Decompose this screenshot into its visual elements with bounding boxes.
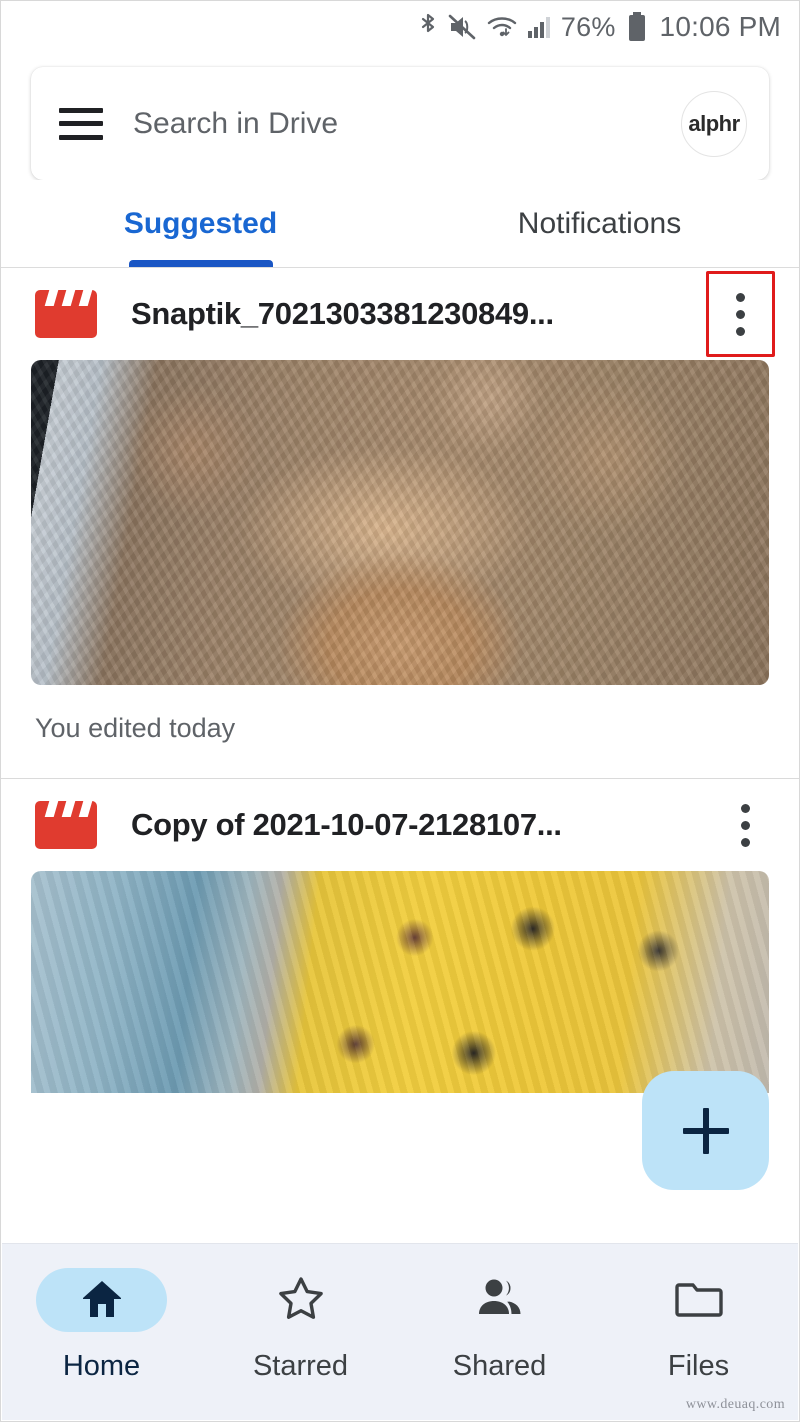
tab-active-indicator <box>129 260 273 267</box>
nav-label-starred: Starred <box>253 1350 348 1383</box>
nav-pill-files <box>633 1268 764 1332</box>
tab-notifications[interactable]: Notifications <box>400 180 799 268</box>
file-header: Copy of 2021-10-07-2128107... <box>1 779 799 871</box>
people-icon <box>475 1276 525 1325</box>
search-bar[interactable]: alphr <box>31 67 769 180</box>
search-bar-container: alphr <box>1 53 799 180</box>
battery-icon <box>627 11 647 43</box>
nav-item-shared[interactable]: Shared <box>400 1268 599 1383</box>
status-bar: 76% 10:06 PM <box>1 1 799 53</box>
nav-label-files: Files <box>668 1350 729 1383</box>
tab-bar: Suggested Notifications <box>1 180 799 268</box>
search-input[interactable] <box>133 107 681 141</box>
nav-item-home[interactable]: Home <box>2 1268 201 1383</box>
nav-item-starred[interactable]: Starred <box>201 1268 400 1383</box>
tab-suggested[interactable]: Suggested <box>1 180 400 268</box>
file-thumbnail[interactable] <box>31 871 769 1093</box>
wifi-icon <box>487 14 517 40</box>
nav-pill-shared <box>434 1268 565 1332</box>
bottom-navigation-bar: Home Starred Shared <box>2 1243 798 1420</box>
hamburger-menu-icon[interactable] <box>59 108 103 140</box>
nav-label-home: Home <box>63 1350 140 1383</box>
clock-label: 10:06 PM <box>660 11 781 43</box>
video-file-icon <box>35 290 97 338</box>
home-icon <box>79 1276 125 1325</box>
cellular-signal-icon <box>526 14 552 40</box>
nav-item-files[interactable]: Files <box>599 1268 798 1383</box>
avatar-label: alphr <box>688 111 739 137</box>
file-card[interactable]: Copy of 2021-10-07-2128107... <box>1 778 799 1093</box>
watermark: www.deuaq.com <box>686 1397 785 1413</box>
volume-muted-icon <box>448 14 478 40</box>
nav-pill-home <box>36 1268 167 1332</box>
star-icon <box>277 1275 325 1326</box>
bluetooth-icon <box>417 12 439 42</box>
file-thumbnail[interactable] <box>31 360 769 685</box>
more-options-icon[interactable] <box>706 271 775 357</box>
drive-app-screen: 76% 10:06 PM alphr Suggested Notificatio… <box>0 0 800 1422</box>
nav-pill-starred <box>235 1268 366 1332</box>
plus-icon <box>683 1108 729 1154</box>
file-name: Snaptik_7021303381230849... <box>131 296 706 332</box>
file-subtitle: You edited today <box>1 685 799 778</box>
more-options-icon[interactable] <box>715 789 775 861</box>
video-file-icon <box>35 801 97 849</box>
create-new-fab[interactable] <box>642 1071 769 1190</box>
avatar[interactable]: alphr <box>681 91 747 157</box>
nav-label-shared: Shared <box>453 1350 547 1383</box>
folder-icon <box>674 1276 724 1325</box>
file-card[interactable]: Snaptik_7021303381230849... You edited t… <box>1 268 799 778</box>
file-name: Copy of 2021-10-07-2128107... <box>131 807 715 843</box>
file-header: Snaptik_7021303381230849... <box>1 268 799 360</box>
battery-percent-label: 76% <box>561 12 616 43</box>
